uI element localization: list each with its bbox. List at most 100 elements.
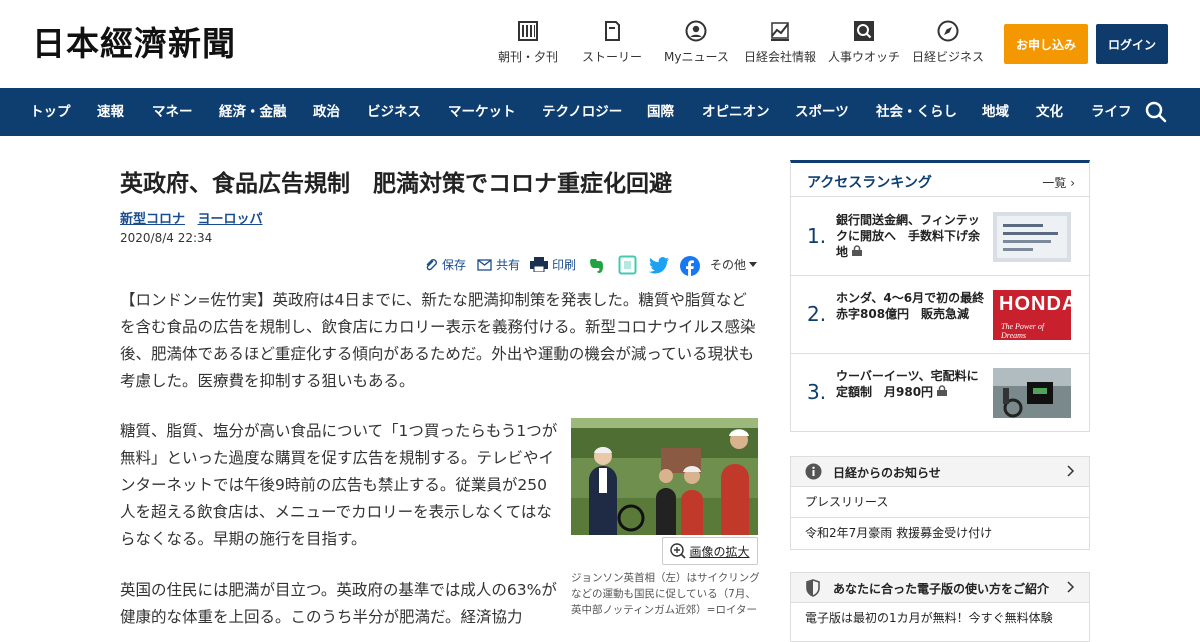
ranking-item[interactable]: 3. ウーバーイーツ、宅配料に定額制 月980円 [791,354,1089,432]
gnav-item-culture[interactable]: 文化 [1036,88,1063,136]
ranking-more-label: 一覧 [1042,176,1067,190]
notice-title: 日経からのお知らせ [833,466,941,480]
nav-label: 朝刊・夕刊 [498,50,559,64]
notice-item-press-release[interactable]: プレスリリース [791,487,1089,518]
save-button[interactable]: 保存 [424,256,466,273]
nav-label: ストーリー [582,50,643,64]
apply-button[interactable]: お申し込み [1004,24,1088,64]
printer-icon [530,257,548,272]
digital-guide-box: あなたに合った電子版の使い方をご紹介 電子版は最初の1カ月が無料！今すぐ無料体験 [790,572,1090,642]
gnav-item-international[interactable]: 国際 [647,88,674,136]
gnav-item-money[interactable]: マネー [152,88,193,136]
share-button[interactable]: 共有 [477,256,520,273]
more-share-button[interactable]: その他 [710,256,761,273]
gnav-item-top[interactable]: トップ [30,88,71,136]
lock-icon [852,245,863,256]
honda-tagline: The Power of Dreams [1001,322,1045,340]
gnav-item-sports[interactable]: スポーツ [795,88,849,136]
article-date: 2020/8/4 22:34 [120,231,213,245]
search-person-icon [854,21,874,41]
rank-thumbnail [993,212,1071,262]
save-label: 保存 [442,258,467,272]
nav-nikkei-business[interactable]: 日経ビジネス [912,20,984,65]
note-icon[interactable] [618,255,637,275]
gnav-item-market[interactable]: マーケット [448,88,516,136]
rank-thumbnail [993,368,1071,418]
article-paragraph: 糖質、脂質、塩分が高い食品について「1つ買ったらもう1つが無料」といった過度な購… [120,422,558,548]
nav-label: 日経会社情報 [744,50,817,64]
gnav-item-flash[interactable]: 速報 [97,88,124,136]
access-ranking: アクセスランキング 一覧 › 1. 銀行間送金網、フィンテックに開放へ 手数料下… [790,160,1090,432]
chart-icon [771,22,789,41]
share-label: 共有 [496,258,521,272]
caret-down-icon [749,261,758,267]
ranking-item[interactable]: 2. ホンダ、4～6月で初の最終赤字808億円 販売急減 HONDA The P… [791,276,1089,354]
gnav-item-opinion[interactable]: オピニオン [702,88,770,136]
nav-mynews[interactable]: Myニュース [664,20,729,65]
article-paragraph: 【ロンドン=佐竹実】英政府は4日までに、新たな肥満抑制策を発表した。糖質や脂質な… [120,291,756,390]
nav-company-info[interactable]: 日経会社情報 [744,20,816,65]
search-icon[interactable] [1144,100,1168,124]
article-paragraph: 英国の住民には肥満が目立つ。英政府の基準では成人の63%が健康的な体重を上回る。… [120,581,557,626]
rank-number: 3. [807,380,827,404]
zoom-label: 画像の拡大 [689,544,750,559]
ranking-title: アクセスランキング [807,175,932,191]
evernote-icon[interactable] [587,256,605,274]
article-photo[interactable] [571,418,758,535]
tag-link-corona[interactable]: 新型コロナ [120,212,185,227]
notice-item-donation[interactable]: 令和2年7月豪雨 救援募金受け付け [791,518,1089,549]
rank-headline: 銀行間送金網、フィンテックに開放へ 手数料下げ余地 [836,212,986,260]
bank-sign-image [993,212,1071,262]
honda-logo: HONDA [999,293,1071,315]
digital-guide-title: あなたに合った電子版の使い方をご紹介 [833,582,1050,596]
notice-header[interactable]: 日経からのお知らせ [791,457,1089,487]
gnav-item-economy[interactable]: 経済・金融 [219,88,287,136]
nav-label: 人事ウオッチ [828,50,901,64]
info-icon [805,463,822,480]
photo-caption: ジョンソン英首相（左）はサイクリングなどの運動も国民に促している（7月、英中部ノ… [571,572,760,616]
more-label: その他 [710,258,747,272]
tag-link-europe[interactable]: ヨーロッパ [198,212,263,227]
story-icon [605,21,620,41]
twitter-icon[interactable] [649,257,670,274]
chevron-right-icon [1067,581,1075,593]
site-header: 日本經濟新聞 朝刊・夕刊 ストーリー Myニュース 日経会社情報 人事ウオッチ … [0,0,1200,88]
digital-guide-header[interactable]: あなたに合った電子版の使い方をご紹介 [791,573,1089,603]
zoom-in-icon [670,543,687,559]
global-nav: トップ 速報 マネー 経済・金融 政治 ビジネス マーケット テクノロジー 国際… [0,88,1200,136]
chevron-right-icon: › [1070,176,1075,190]
chevron-right-icon [1067,465,1075,477]
lock-icon [937,385,948,396]
nav-label: 日経ビジネス [912,50,985,64]
compass-icon [937,20,959,42]
rank-thumbnail: HONDA The Power of Dreams [993,290,1071,340]
gnav-item-life[interactable]: ライフ [1091,88,1132,136]
photo-image [571,418,758,535]
print-button[interactable]: 印刷 [530,256,576,273]
gnav-item-society[interactable]: 社会・くらし [876,88,957,136]
print-label: 印刷 [552,258,577,272]
user-icon [685,20,707,42]
gnav-item-business[interactable]: ビジネス [367,88,421,136]
image-zoom-button[interactable]: 画像の拡大 [662,537,758,565]
site-logo[interactable]: 日本經濟新聞 [32,24,236,64]
login-button[interactable]: ログイン [1096,24,1168,64]
gnav-item-technology[interactable]: テクノロジー [542,88,622,136]
rank-headline: ウーバーイーツ、宅配料に定額制 月980円 [836,368,986,400]
article-tags: 新型コロナ ヨーロッパ [120,208,271,227]
ranking-item[interactable]: 1. 銀行間送金網、フィンテックに開放へ 手数料下げ余地 [791,198,1089,276]
article-title: 英政府、食品広告規制 肥満対策でコロナ重症化回避 [120,171,672,197]
nav-newspaper[interactable]: 朝刊・夕刊 [498,20,558,65]
nav-personnel[interactable]: 人事ウオッチ [828,20,900,65]
digital-trial-link[interactable]: 電子版は最初の1カ月が無料！今すぐ無料体験 [791,603,1089,634]
rank-headline-text: ウーバーイーツ、宅配料に定額制 月980円 [836,369,979,399]
gnav-item-politics[interactable]: 政治 [313,88,340,136]
nav-story[interactable]: ストーリー [582,20,642,65]
mail-icon [477,258,492,271]
rank-number: 1. [807,224,827,248]
gnav-item-region[interactable]: 地域 [982,88,1009,136]
shield-icon [806,579,820,597]
ranking-more-link[interactable]: 一覧 › [1042,174,1075,191]
clip-icon [426,258,437,270]
facebook-icon[interactable] [680,256,700,276]
